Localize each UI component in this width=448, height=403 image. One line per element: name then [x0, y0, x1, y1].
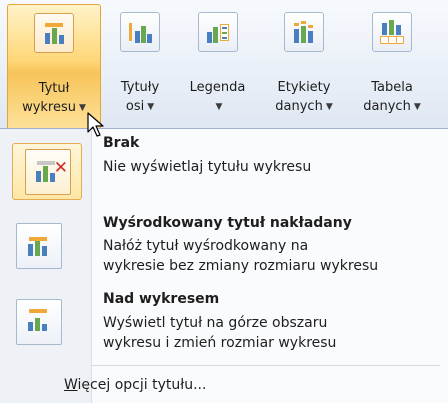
centered-overlay-title-icon [16, 223, 62, 269]
data-table-icon [372, 12, 412, 52]
menu-item-centered-overlay[interactable]: Wyśrodkowany tytuł nakładany Nałóż tytuł… [0, 209, 448, 287]
menu-item-above-chart[interactable]: Nad wykresem Wyświetl tytuł na górze obs… [0, 287, 448, 365]
axis-titles-label-1: Tytuły [120, 80, 160, 95]
legend-icon [197, 12, 238, 52]
data-table-label-2: danych [363, 99, 411, 114]
menu-item-none[interactable]: ✕ Brak Nie wyświetlaj tytułu wykresu [0, 129, 448, 209]
data-labels-label-2: danych [275, 99, 323, 114]
dropdown-arrow-icon: ▼ [79, 103, 86, 113]
menu-item-title: Wyśrodkowany tytuł nakładany [103, 215, 352, 231]
access-key-letter: W [64, 377, 78, 393]
menu-item-desc-line-2: wykresu i zmień rozmiar wykresu [103, 335, 337, 351]
data-labels-icon [284, 12, 324, 52]
legend-label: Legenda [189, 80, 246, 95]
menu-item-desc-line-1: Wyświetl tytuł na górze obszaru [103, 315, 328, 331]
remove-x-icon: ✕ [53, 158, 68, 178]
legend-button[interactable]: Legenda ▼ [175, 4, 260, 128]
data-table-label-1: Tabela [371, 80, 413, 95]
axis-titles-label-2: osi [125, 99, 145, 114]
mouse-cursor-icon [87, 112, 104, 137]
dropdown-arrow-icon: ▼ [413, 102, 421, 112]
dropdown-arrow-icon: ▼ [147, 102, 155, 112]
axis-titles-icon [120, 12, 160, 52]
more-title-options-label: ięcej opcji tytułu... [77, 377, 207, 393]
menu-item-title: Nad wykresem [103, 291, 220, 307]
menu-item-title: Brak [103, 135, 140, 151]
data-table-button[interactable]: Tabela danych ▼ [350, 4, 434, 128]
ribbon-layout-group: Tytuł wykresu ▼ Tytuły osi ▼ Legenda ▼ E… [0, 0, 448, 130]
chart-title-icon [34, 13, 74, 53]
chart-title-label-1: Tytuł [38, 81, 70, 96]
menu-separator [91, 365, 440, 366]
menu-item-desc: Nie wyświetlaj tytułu wykresu [103, 159, 312, 175]
menu-item-desc-line-2: wykresie bez zmiany rozmiaru wykresu [103, 258, 379, 274]
data-labels-button[interactable]: Etykiety danych ▼ [262, 4, 346, 128]
more-title-options-link[interactable]: Więcej opcji tytułu... [64, 377, 206, 393]
data-labels-label-1: Etykiety [277, 80, 331, 95]
chart-title-label-2: wykresu [22, 100, 76, 115]
axis-titles-button[interactable]: Tytuły osi ▼ [108, 4, 172, 128]
above-chart-title-icon [16, 299, 62, 345]
no-title-icon: ✕ [25, 149, 71, 195]
dropdown-arrow-icon: ▼ [215, 102, 223, 112]
chart-title-dropdown-menu: ✕ Brak Nie wyświetlaj tytułu wykresu Wyś… [0, 128, 448, 403]
dropdown-arrow-icon: ▼ [325, 102, 333, 112]
menu-item-desc-line-1: Nałóż tytuł wyśrodkowany na [103, 238, 309, 254]
